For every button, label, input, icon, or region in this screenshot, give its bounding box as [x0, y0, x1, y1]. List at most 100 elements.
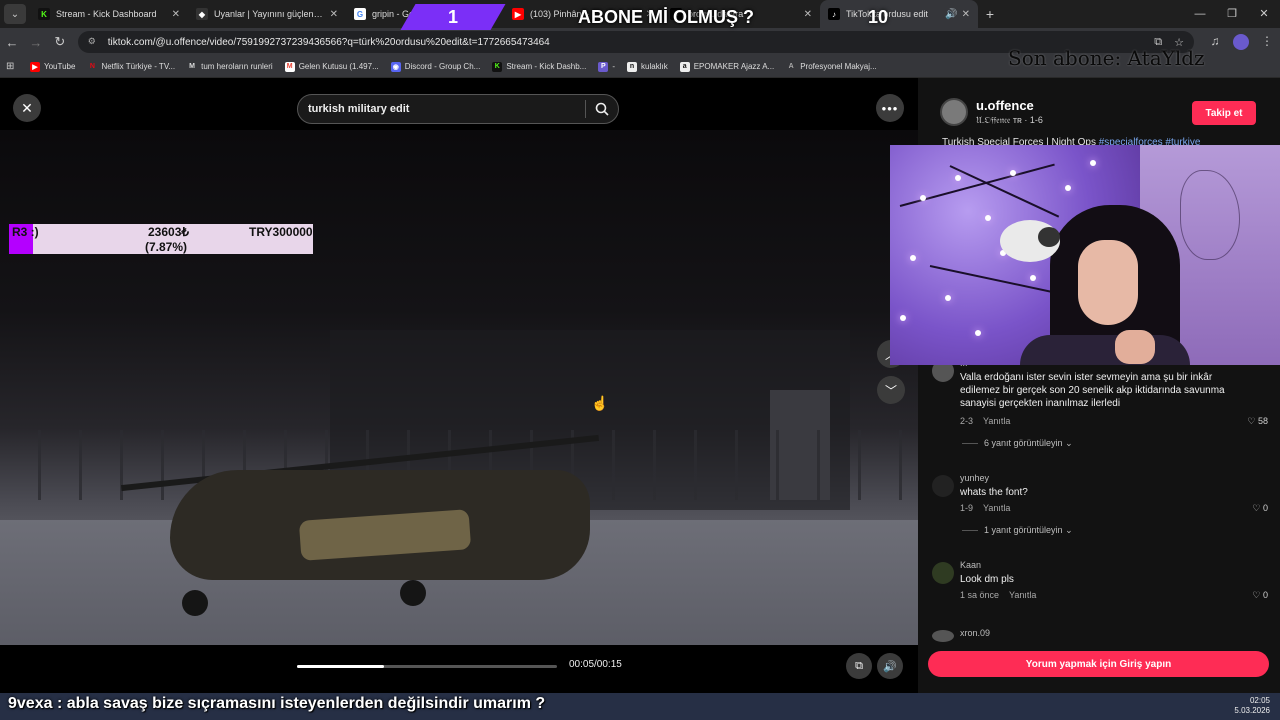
comment-like[interactable]: ♡ 0 — [1252, 503, 1268, 514]
close-icon[interactable]: ✕ — [962, 9, 970, 20]
bookmark-netflix[interactable]: N Netflix Türkiye - TV... — [87, 62, 175, 72]
kick-icon: K — [492, 61, 503, 72]
search-input[interactable]: turkish military edit — [308, 103, 585, 115]
comment-avatar[interactable] — [932, 475, 954, 497]
volume-button[interactable]: 🔊 — [877, 653, 903, 679]
comment-footer: 1-9 Yanıtla — [960, 503, 1020, 513]
fairy-light — [955, 175, 961, 181]
tab-search-button[interactable]: ⌄ — [4, 4, 26, 24]
streamer-face-shape — [1078, 240, 1138, 325]
comment-author[interactable]: xron.09 — [960, 628, 990, 638]
goal-target: TRY300000 — [249, 225, 313, 239]
close-icon[interactable]: ✕ — [172, 9, 180, 20]
tab-uyanlar[interactable]: ◆ Uyanlar | Yayınını güçlendirmek ✕ — [188, 0, 346, 28]
ellipsis-icon: ••• — [881, 100, 899, 116]
login-label: Yorum yapmak için Giriş yapın — [1025, 658, 1172, 670]
follow-button[interactable]: Takip et — [1192, 101, 1256, 125]
restore-icon[interactable]: ❐ — [1216, 0, 1248, 28]
profile-avatar[interactable] — [1233, 34, 1250, 50]
view-replies-link[interactable]: 6 yanıt görüntüleyin ⌄ — [962, 438, 1073, 449]
bookmark-makyaj[interactable]: A Profesyonel Makyaj... — [786, 62, 877, 72]
seek-bar[interactable] — [297, 665, 557, 668]
comment-author[interactable]: Kaan — [960, 560, 981, 570]
minimize-icon[interactable]: — — [1184, 0, 1216, 28]
comment-author[interactable]: yunhey — [960, 473, 989, 483]
tab-title: Stream - Kick Dashboard — [56, 9, 157, 19]
goal-tag: R3 :) — [12, 225, 39, 239]
comment-avatar[interactable] — [932, 562, 954, 584]
clock-time: 02:05 — [1249, 696, 1270, 705]
comment-like[interactable]: ♡ 58 — [1247, 416, 1268, 427]
comment-item: Kaan Look dm pls 1 sa önce Yanıtla ♡ 0 — [932, 560, 1272, 610]
author-avatar[interactable] — [940, 98, 968, 126]
comment-like[interactable]: ♡ 0 — [1252, 590, 1268, 601]
webcam-overlay — [890, 145, 1280, 365]
site-info-icon[interactable]: ⚙ — [88, 36, 100, 48]
bookmark-youtube[interactable]: ▶ YouTube — [30, 61, 75, 72]
tab-title: Uyanlar | Yayınını güçlendirmek — [214, 9, 326, 19]
google-icon: G — [354, 8, 366, 20]
fairy-light — [975, 330, 981, 336]
bookmark-patreon[interactable]: P- — [598, 61, 615, 72]
fairy-light — [985, 215, 991, 221]
bookmark-heroes[interactable]: Mtum heroların runleri — [187, 62, 273, 72]
banner-title: ABONE Mİ OLMUŞ ? — [578, 7, 754, 27]
search-icon[interactable] — [586, 102, 618, 116]
tab-kick-dashboard[interactable]: K Stream - Kick Dashboard ✕ — [30, 0, 188, 28]
like-count: 0 — [1262, 503, 1268, 513]
window-controls: — ❐ ✕ — [1184, 0, 1280, 28]
fairy-light — [1065, 185, 1071, 191]
apps-grid-icon[interactable]: ⊞ — [6, 61, 20, 72]
close-video-button[interactable]: ✕ — [13, 94, 41, 122]
new-tab-button[interactable]: + — [978, 0, 1002, 28]
next-video-button[interactable]: ﹀ — [877, 376, 905, 404]
author-block: u.offence 𝔘.𝔒𝔣𝔣𝔢𝔫𝔠𝔢 ᴛʀ · 1-6 — [940, 98, 1043, 126]
search-bar[interactable]: turkish military edit — [297, 94, 619, 124]
bookmark-kulaklik[interactable]: n kulaklık — [627, 61, 668, 72]
more-options-button[interactable]: ••• — [876, 94, 904, 122]
pip-icon: ⧉ — [855, 659, 863, 672]
close-window-icon[interactable]: ✕ — [1248, 0, 1280, 28]
bookmark-kick[interactable]: K Stream - Kick Dashb... — [492, 61, 586, 72]
speaker-icon[interactable]: 🔊 — [945, 9, 957, 20]
bookmark-epomaker[interactable]: a EPOMAKER Ajazz A... — [679, 61, 774, 72]
author-names: u.offence 𝔘.𝔒𝔣𝔣𝔢𝔫𝔠𝔢 ᴛʀ · 1-6 — [976, 98, 1043, 126]
fairy-light — [1010, 170, 1016, 176]
view-replies-link[interactable]: 1 yanıt görüntüleyin ⌄ — [962, 525, 1073, 536]
playback-time: 00:05/00:15 — [569, 659, 622, 670]
author-username[interactable]: u.offence — [976, 98, 1043, 113]
reload-icon[interactable]: ↻ — [48, 34, 72, 50]
comment-date: 1-9 — [960, 503, 974, 513]
menu-icon[interactable]: ⋮ — [1254, 34, 1280, 50]
clock-date: 5.03.2026 — [1234, 706, 1270, 715]
picture-in-picture-button[interactable]: ⧉ — [846, 653, 872, 679]
reply-link[interactable]: Yanıtla — [1009, 590, 1036, 600]
close-icon[interactable]: ✕ — [330, 9, 338, 20]
video-frame[interactable] — [0, 130, 918, 645]
back-icon[interactable]: ← — [0, 35, 24, 50]
bookmark-gmail[interactable]: M Gelen Kutusu (1.497... — [284, 61, 379, 72]
like-count: 58 — [1257, 416, 1268, 426]
login-to-comment-button[interactable]: Yorum yapmak için Giriş yapın — [928, 651, 1269, 677]
chevron-down-icon: ﹀ — [884, 383, 897, 398]
donation-goal-widget: R3 :) 23603₺ TRY300000 (7.87%) — [9, 224, 313, 254]
reply-link[interactable]: Yanıtla — [983, 416, 1010, 426]
replies-label: 6 yanıt görüntüleyin — [984, 438, 1063, 448]
bookmark-label: Profesyonel Makyaj... — [800, 62, 877, 71]
forward-icon[interactable]: → — [24, 35, 48, 50]
branch-shape — [929, 265, 1068, 297]
player-controls: 00:05/00:15 ⧉ 🔊 — [0, 645, 918, 693]
comment-avatar[interactable] — [932, 630, 954, 642]
bookmark-discord[interactable]: ◉ Discord - Group Ch... — [390, 61, 480, 72]
reply-link[interactable]: Yanıtla — [983, 503, 1010, 513]
comment-date: 2-3 — [960, 416, 974, 426]
bookmark-label: kulaklık — [641, 62, 668, 71]
kick-icon: K — [38, 8, 50, 20]
replies-label: 1 yanıt görüntüleyin — [984, 525, 1063, 535]
streamer-hand-shape — [1115, 330, 1155, 364]
system-clock[interactable]: 02:05 5.03.2026 — [1234, 696, 1270, 716]
media-controls-icon[interactable]: ♫ — [1202, 34, 1228, 50]
fairy-light — [1030, 275, 1036, 281]
fairy-light — [920, 195, 926, 201]
chevron-down-icon: ⌄ — [1065, 438, 1073, 448]
